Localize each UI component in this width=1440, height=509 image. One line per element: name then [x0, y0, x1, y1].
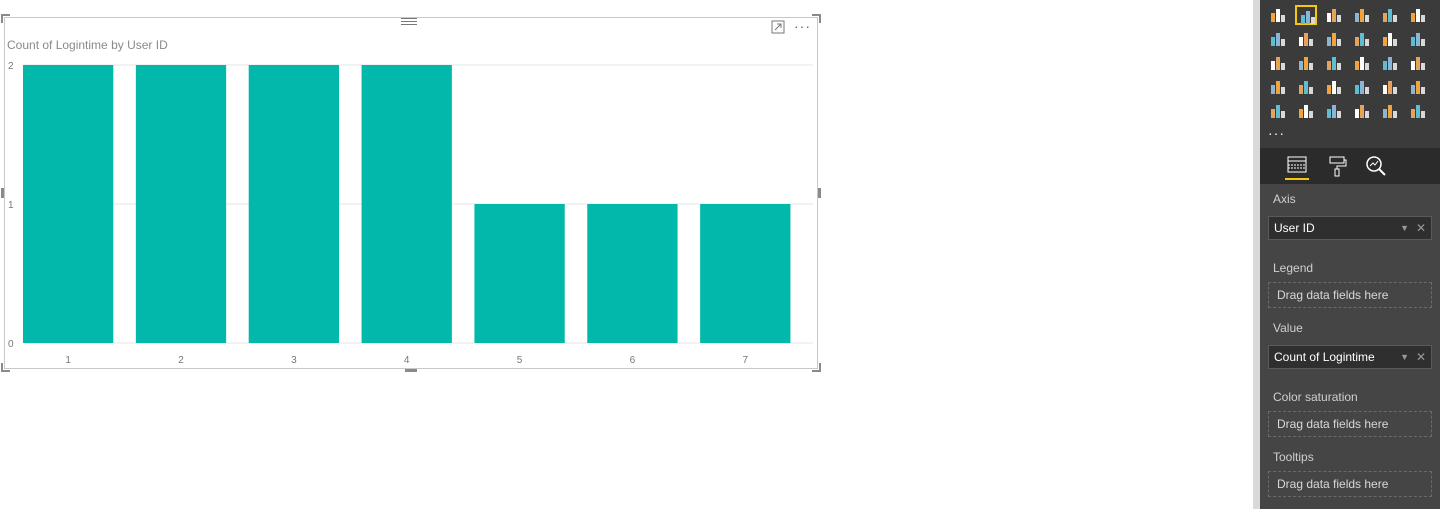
resize-handle-left[interactable]	[1, 188, 4, 198]
filled-map-icon[interactable]	[1267, 77, 1289, 97]
table-icon[interactable]	[1323, 101, 1345, 121]
r-visual-icon[interactable]	[1379, 101, 1401, 121]
axis-field-label: User ID	[1274, 221, 1315, 235]
card-icon[interactable]	[1379, 77, 1401, 97]
axis-field[interactable]: User ID ▼ ✕	[1268, 216, 1432, 240]
tooltips-drop-zone[interactable]: Drag data fields here	[1268, 471, 1432, 497]
area-chart-icon[interactable]	[1295, 29, 1317, 49]
treemap-icon[interactable]	[1379, 53, 1401, 73]
close-icon[interactable]: ✕	[1416, 217, 1426, 239]
x-tick-label: 1	[65, 355, 71, 366]
visualizations-pane: ··· Axis User ID ▼ ✕ Legend Drag data fi…	[1253, 0, 1440, 509]
map-icon[interactable]	[1407, 53, 1429, 73]
ribbon-chart-icon[interactable]	[1407, 29, 1429, 49]
gauge-icon[interactable]	[1351, 77, 1373, 97]
funnel-icon[interactable]	[1323, 77, 1345, 97]
y-tick-label: 2	[8, 61, 14, 72]
matrix-icon[interactable]	[1351, 101, 1373, 121]
fields-tab-icon[interactable]	[1285, 154, 1309, 180]
line-and-clustered-column-icon[interactable]	[1379, 29, 1401, 49]
chart-visual[interactable]: ··· Count of Logintime by User ID 012123…	[1, 14, 821, 372]
y-tick-label: 1	[8, 200, 14, 211]
bar[interactable]	[23, 65, 114, 343]
axis-label: Axis	[1273, 192, 1296, 206]
tooltips-label: Tooltips	[1273, 450, 1314, 464]
format-paint-roller-icon[interactable]	[1326, 154, 1350, 178]
x-tick-label: 6	[630, 355, 636, 366]
slicer-icon[interactable]	[1295, 101, 1317, 121]
line-and-column-icon[interactable]	[1351, 29, 1373, 49]
x-tick-label: 3	[291, 355, 297, 366]
bar[interactable]	[135, 65, 227, 343]
100-stacked-column-icon[interactable]	[1407, 5, 1429, 25]
globe-icon[interactable]	[1407, 101, 1429, 121]
stacked-area-icon[interactable]	[1323, 29, 1345, 49]
close-icon[interactable]: ✕	[1416, 346, 1426, 368]
legend-drop-zone[interactable]: Drag data fields here	[1268, 282, 1432, 308]
bar[interactable]	[361, 65, 452, 343]
shape-map-icon[interactable]	[1295, 77, 1317, 97]
resize-handle-bottom[interactable]	[405, 369, 417, 372]
clustered-bar-icon[interactable]	[1323, 5, 1345, 25]
analytics-magnifier-icon[interactable]	[1364, 154, 1388, 178]
waterfall-icon[interactable]	[1267, 53, 1289, 73]
color-saturation-label: Color saturation	[1273, 390, 1358, 404]
donut-chart-icon[interactable]	[1351, 53, 1373, 73]
chevron-down-icon[interactable]: ▼	[1400, 346, 1409, 368]
color-saturation-drop-zone[interactable]: Drag data fields here	[1268, 411, 1432, 437]
y-tick-label: 0	[8, 339, 14, 350]
line-chart-icon[interactable]	[1267, 29, 1289, 49]
value-label: Value	[1273, 321, 1303, 335]
100-stacked-bar-icon[interactable]	[1379, 5, 1401, 25]
resize-handle-right[interactable]	[818, 188, 821, 198]
x-tick-label: 2	[178, 355, 184, 366]
chevron-down-icon[interactable]: ▼	[1400, 217, 1409, 239]
clustered-column-icon[interactable]	[1351, 5, 1373, 25]
bar[interactable]	[700, 204, 791, 343]
value-field-label: Count of Logintime	[1274, 350, 1375, 364]
bar-chart: 0 1 2 1 2 3 4 5 6 7	[8, 61, 813, 366]
x-tick-label: 5	[517, 355, 523, 366]
pie-chart-icon[interactable]	[1323, 53, 1345, 73]
more-visuals-icon[interactable]: ···	[1268, 125, 1285, 141]
bar[interactable]	[587, 204, 678, 343]
stacked-bar-icon[interactable]	[1267, 5, 1289, 25]
field-wells: Axis User ID ▼ ✕ Legend Drag data fields…	[1260, 184, 1440, 509]
scatter-icon[interactable]	[1295, 53, 1317, 73]
legend-label: Legend	[1273, 261, 1314, 275]
stacked-column-icon[interactable]	[1295, 5, 1317, 25]
pane-tabs	[1260, 148, 1440, 184]
bar[interactable]	[248, 65, 339, 343]
bar[interactable]	[474, 204, 565, 343]
value-field[interactable]: Count of Logintime ▼ ✕	[1268, 345, 1432, 369]
multi-row-card-icon[interactable]	[1407, 77, 1429, 97]
x-tick-label: 7	[743, 355, 749, 366]
kpi-icon[interactable]	[1267, 101, 1289, 121]
x-tick-label: 4	[404, 355, 410, 366]
